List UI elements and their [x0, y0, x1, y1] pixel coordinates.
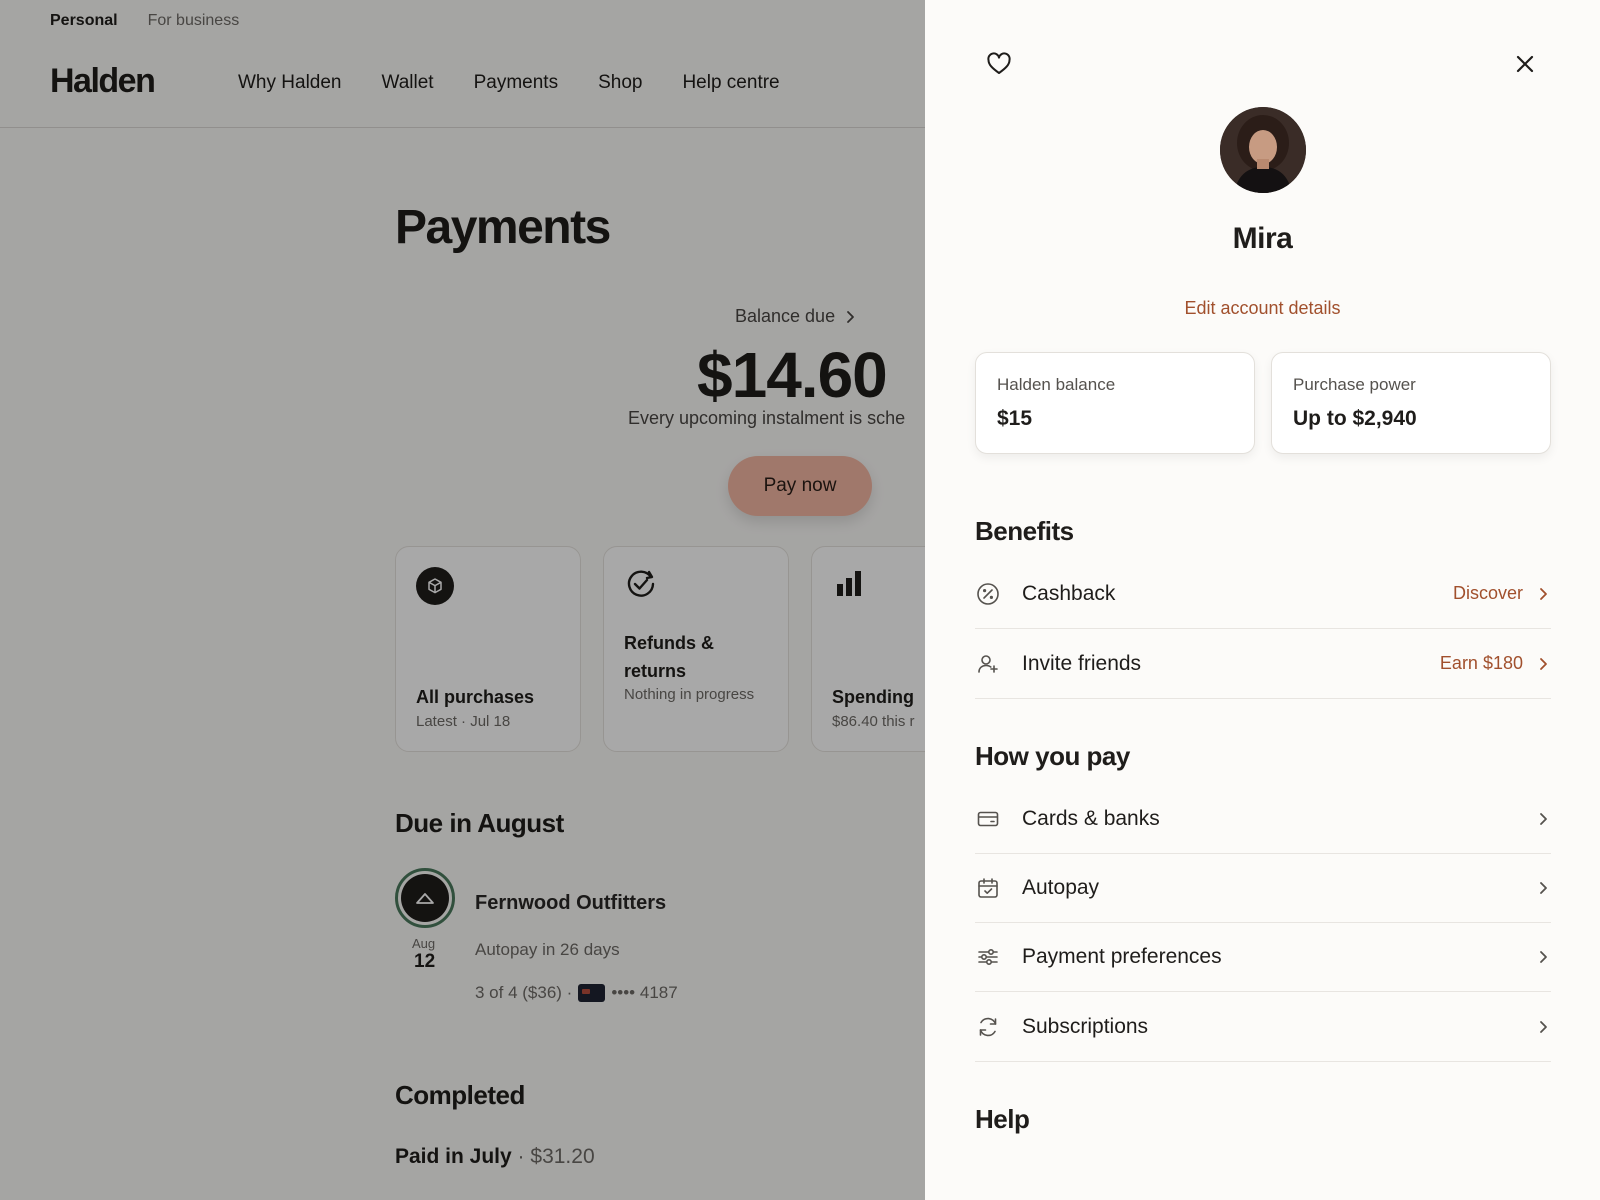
modal-backdrop[interactable] — [0, 0, 925, 1200]
card-icon — [975, 806, 1001, 832]
benefit-action[interactable]: Discover — [1453, 583, 1523, 604]
benefits-title: Benefits — [975, 516, 1074, 546]
row-subscriptions[interactable]: Subscriptions — [975, 992, 1551, 1062]
row-label: Autopay — [1022, 875, 1100, 899]
avatar[interactable] — [1220, 107, 1306, 193]
row-label: Cards & banks — [1022, 806, 1160, 830]
user-name: Mira — [1232, 222, 1293, 255]
chevron-right-icon — [1535, 880, 1551, 896]
chevron-right-icon — [1535, 586, 1551, 602]
add-user-icon — [975, 651, 1001, 677]
halden-balance-value: $15 — [997, 407, 1033, 430]
benefit-label: Cashback — [1022, 581, 1116, 605]
benefit-cashback[interactable]: Cashback Discover — [975, 559, 1551, 629]
halden-balance-card[interactable]: Halden balance $15 — [975, 352, 1255, 454]
purchase-power-card[interactable]: Purchase power Up to $2,940 — [1271, 352, 1551, 454]
calendar-check-icon — [975, 875, 1001, 901]
halden-balance-label: Halden balance — [997, 375, 1116, 394]
chevron-right-icon — [1535, 1019, 1551, 1035]
row-payment-preferences[interactable]: Payment preferences — [975, 922, 1551, 992]
favorites-button[interactable] — [982, 47, 1016, 81]
help-title: Help — [975, 1104, 1030, 1134]
purchase-power-value: Up to $2,940 — [1293, 407, 1417, 430]
benefit-action[interactable]: Earn $180 — [1440, 653, 1523, 674]
account-panel: Mira Edit account details Halden balance… — [925, 0, 1600, 1200]
close-button[interactable] — [1508, 47, 1542, 81]
row-label: Subscriptions — [1022, 1014, 1149, 1038]
percent-icon — [975, 581, 1001, 607]
row-autopay[interactable]: Autopay — [975, 853, 1551, 923]
refresh-icon — [975, 1014, 1001, 1040]
close-icon — [1516, 55, 1534, 73]
heart-icon — [987, 52, 1011, 74]
row-label: Payment preferences — [1022, 944, 1222, 968]
benefit-invite-friends[interactable]: Invite friends Earn $180 — [975, 629, 1551, 699]
edit-account-link[interactable]: Edit account details — [925, 298, 1600, 319]
chevron-right-icon — [1535, 656, 1551, 672]
chevron-right-icon — [1535, 949, 1551, 965]
chevron-right-icon — [1535, 811, 1551, 827]
benefit-label: Invite friends — [1022, 651, 1142, 675]
sliders-icon — [975, 944, 1001, 970]
row-cards-banks[interactable]: Cards & banks — [975, 784, 1551, 854]
purchase-power-label: Purchase power — [1293, 375, 1416, 394]
how-you-pay-title: How you pay — [975, 741, 1130, 771]
